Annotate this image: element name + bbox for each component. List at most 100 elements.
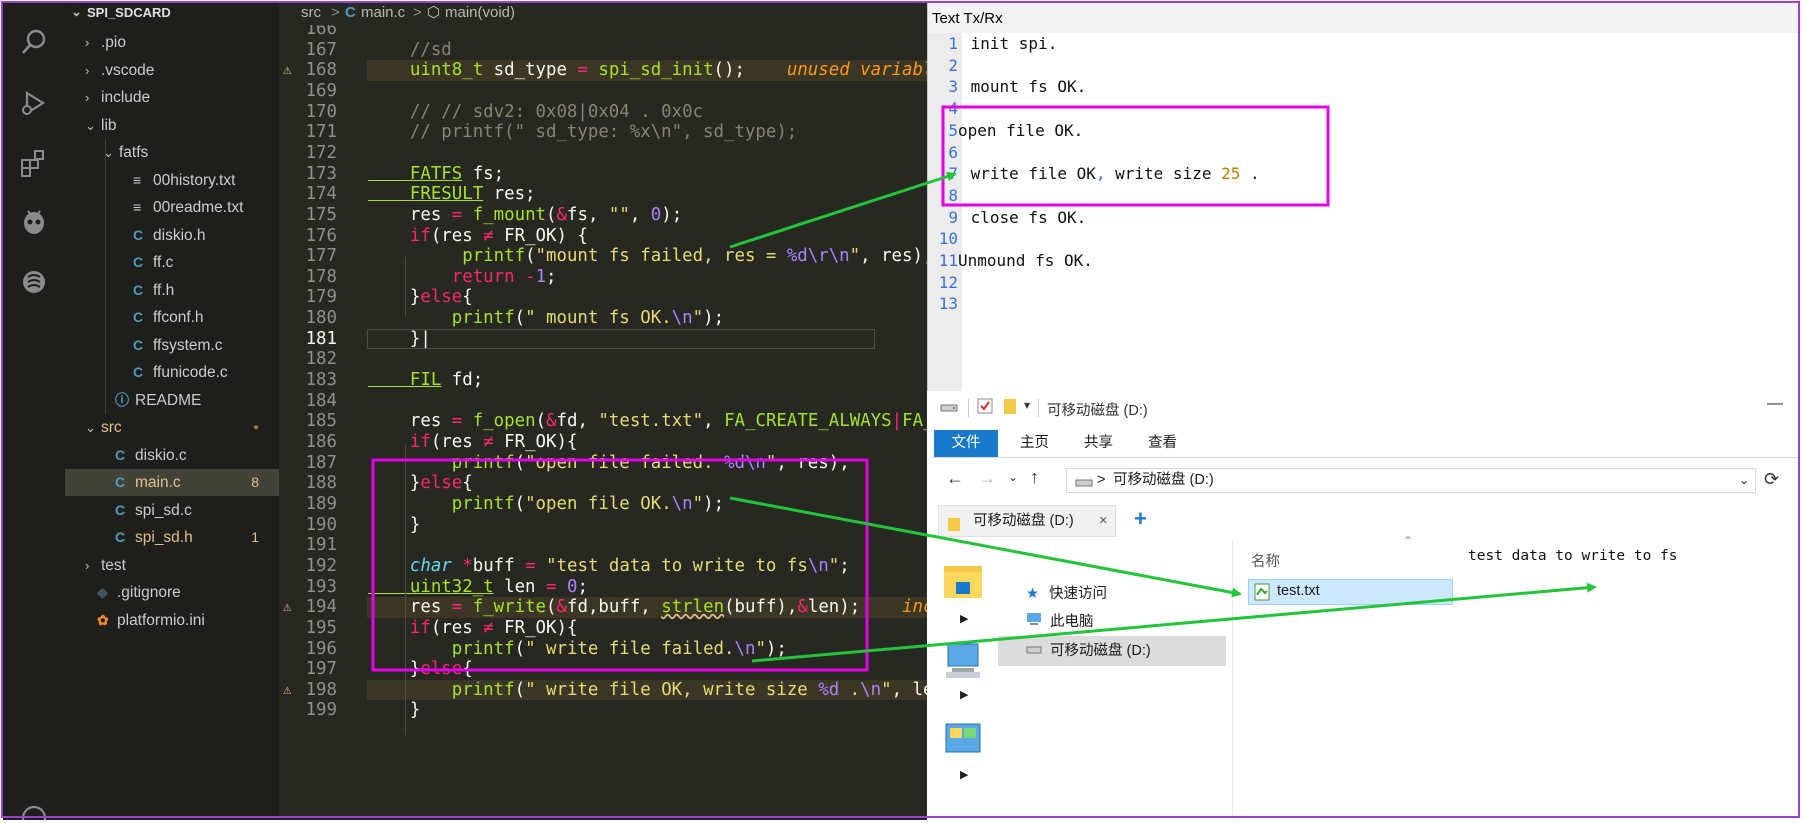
code-line[interactable]: //sd [368, 40, 452, 61]
tree-file[interactable]: Cspi_sd.h 1 [65, 524, 279, 551]
ribbon-tab-share[interactable]: 共享 [1084, 429, 1113, 457]
nav-removable-drive[interactable]: 可移动磁盘 (D:) [1026, 637, 1151, 665]
refresh-icon[interactable]: ⟳ [1764, 469, 1779, 490]
qa-dropdown-icon[interactable]: ▾ [1024, 398, 1030, 412]
code-line[interactable]: } [368, 700, 420, 721]
chevron-right-icon[interactable]: › [85, 29, 97, 56]
code-line[interactable]: // // sdv2: 0x08|0x04 . 0x0c [368, 102, 703, 123]
code-line[interactable]: FRESULT res; [368, 184, 536, 205]
line-number: 190 [305, 514, 337, 535]
code-line[interactable]: if(res ≠ FR_OK){ [368, 432, 578, 453]
column-header-name[interactable]: 名称 [1251, 550, 1280, 571]
tree-file[interactable]: ✿ platformio.ini [65, 607, 279, 634]
ribbon-tab-file[interactable]: 文件 [934, 430, 998, 457]
code-line[interactable]: if(res ≠ FR_OK) { [368, 226, 588, 247]
code-line[interactable]: printf("mount fs failed, res = %d\r\n", … [368, 246, 927, 267]
breadcrumb-file[interactable]: main.c [361, 3, 405, 23]
code-line[interactable]: res = f_open(&fd, "test.txt", FA_CREATE_… [368, 411, 927, 432]
tree-file[interactable]: Cffsystem.c [65, 332, 279, 359]
tree-file[interactable]: ⓘ README [65, 387, 279, 414]
code-line[interactable]: FATFS fs; [368, 164, 504, 185]
code-line[interactable]: printf(" mount fs OK.\n"); [368, 308, 724, 329]
explorer-tab[interactable]: 可移动磁盘 (D:) × [938, 505, 1116, 537]
chevron-down-icon[interactable]: ⌄ [71, 3, 82, 21]
tree-file[interactable]: Cffconf.h [65, 304, 279, 331]
chevron-right-icon[interactable]: › [85, 84, 97, 111]
code-line[interactable]: uint8_t sd_type = spi_sd_init(); unused … [368, 60, 927, 81]
recent-dropdown-icon[interactable]: ⌄ [1008, 470, 1018, 484]
up-arrow-icon[interactable]: ↑ [1030, 467, 1039, 488]
tree-folder[interactable]: › test [65, 552, 279, 579]
tree-file[interactable]: Cdiskio.c [65, 442, 279, 469]
code-line[interactable]: }else{ [368, 659, 473, 680]
breadcrumb-folder[interactable]: src [301, 3, 321, 23]
code-editor[interactable]: 166 167 //sd ⚠ 168 uint8_t sd_type = spi_sd… [279, 25, 927, 820]
code-line[interactable]: printf("open file failed: %d\n", res); [368, 453, 850, 474]
tree-file[interactable]: Cff.c [65, 249, 279, 276]
drive-icon[interactable] [940, 399, 958, 419]
remote-icon[interactable] [19, 267, 49, 297]
ribbon-tab-view[interactable]: 查看 [1148, 429, 1177, 457]
tree-file[interactable]: Cdiskio.h [65, 222, 279, 249]
extensions-icon[interactable] [19, 148, 49, 178]
address-input[interactable]: > 可移动磁盘 (D:) ⌄ [1066, 468, 1756, 493]
tree-file[interactable]: Cmain.c 8 [65, 469, 279, 496]
tree-file[interactable]: ◆ .gitignore [65, 579, 279, 606]
new-folder-icon[interactable] [1002, 397, 1018, 419]
tree-file[interactable]: ≡ 00readme.txt [65, 194, 279, 221]
tree-file[interactable]: Cffunicode.c [65, 359, 279, 386]
code-line[interactable]: }else{ [368, 473, 473, 494]
expand-triangle-icon[interactable]: ▶ [960, 768, 968, 781]
file-row[interactable]: test.txt [1248, 579, 1453, 605]
chevron-right-icon[interactable]: › [85, 552, 97, 579]
nav-this-pc[interactable]: 此电脑 [1026, 608, 1094, 636]
expand-triangle-icon[interactable]: ▶ [960, 612, 968, 625]
code-line[interactable]: printf("open file OK.\n"); [368, 494, 724, 515]
add-tab-icon[interactable]: + [1134, 506, 1147, 532]
code-line[interactable]: res = f_write(&fd,buff, strlen(buff),&le… [368, 597, 927, 618]
search-icon[interactable] [19, 27, 49, 57]
code-line[interactable]: }| [368, 329, 431, 350]
address-dropdown-icon[interactable]: ⌄ [1739, 469, 1749, 492]
ribbon-tab-home[interactable]: 主页 [1020, 429, 1049, 457]
code-line[interactable]: } [368, 515, 420, 536]
code-line[interactable]: if(res ≠ FR_OK){ [368, 618, 578, 639]
code-line[interactable]: return -1; [368, 267, 557, 288]
line-number: 177 [305, 246, 337, 267]
tree-folder[interactable]: ⌄ src ● [65, 414, 279, 441]
run-debug-icon[interactable] [19, 88, 49, 118]
platformio-icon[interactable] [19, 207, 49, 237]
tree-folder[interactable]: ⌄ lib [65, 112, 279, 139]
chevron-down-icon[interactable]: ⌄ [85, 414, 97, 441]
tree-file[interactable]: ≡ 00history.txt [65, 167, 279, 194]
accounts-icon[interactable] [19, 803, 49, 820]
tree-folder[interactable]: › .vscode [65, 57, 279, 84]
code-line[interactable]: char *buff = "test data to write to fs\n… [368, 556, 850, 577]
chevron-down-icon[interactable]: ⌄ [85, 112, 97, 139]
tree-folder[interactable]: › include [65, 84, 279, 111]
code-line[interactable]: }else{ [368, 287, 473, 308]
minimize-button[interactable]: — [1767, 395, 1783, 413]
breadcrumb-symbol[interactable]: main(void) [445, 3, 515, 23]
code-line[interactable]: uint32_t len = 0; [368, 577, 588, 598]
properties-icon[interactable] [976, 397, 994, 419]
close-tab-icon[interactable]: × [1099, 506, 1107, 536]
txrx-line-number: 13 [938, 294, 958, 314]
code-line[interactable]: printf(" write file failed.\n"); [368, 639, 787, 660]
tree-item-label: ff.h [153, 281, 175, 299]
back-arrow-icon[interactable]: ← [946, 468, 964, 489]
tree-file[interactable]: Cspi_sd.c [65, 497, 279, 524]
chevron-right-icon[interactable]: › [85, 57, 97, 84]
c-file-icon: C [133, 226, 144, 243]
forward-arrow-icon[interactable]: → [978, 468, 996, 489]
tree-folder[interactable]: ⌄ fatfs [65, 139, 279, 166]
nav-quick-access[interactable]: ★ 快速访问 [1026, 580, 1107, 608]
expand-triangle-icon[interactable]: ▶ [960, 688, 968, 701]
tree-file[interactable]: Cff.h [65, 277, 279, 304]
code-line[interactable]: // printf(" sd_type: %x\n", sd_type); [368, 122, 797, 143]
txrx-line-number: 2 [948, 55, 958, 75]
code-line[interactable]: printf(" write file OK, write size %d .\… [368, 680, 927, 701]
code-line[interactable]: res = f_mount(&fs, "", 0); [368, 205, 682, 226]
tree-folder[interactable]: › .pio [65, 29, 279, 56]
code-line[interactable]: FIL fd; [368, 370, 483, 391]
